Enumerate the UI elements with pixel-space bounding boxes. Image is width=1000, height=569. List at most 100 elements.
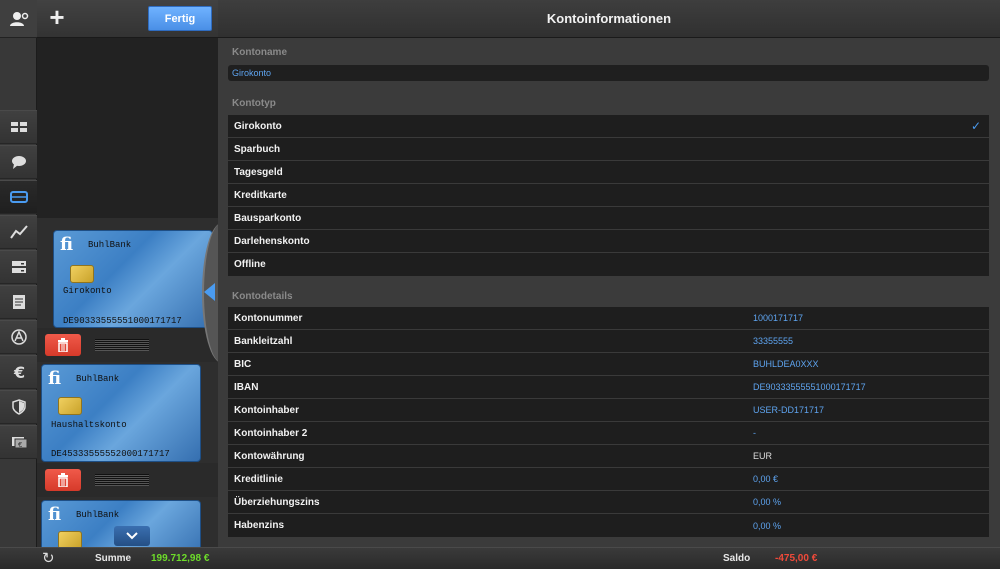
plus-icon: + [49, 2, 65, 32]
nav-currency[interactable]: € [0, 355, 37, 389]
app-window: € € + Fertig fi BuhlBank Girokonto DE903… [0, 0, 1000, 569]
saldo-label: Saldo [723, 553, 751, 564]
storage-icon [11, 261, 26, 273]
svg-text:€: € [18, 441, 22, 449]
add-account-button[interactable]: + [45, 4, 69, 30]
detail-row-iban[interactable]: IBAN DE90333555551000171717 [228, 376, 989, 399]
detail-row-ueberziehungszins[interactable]: Überziehungszins 0,00 % [228, 491, 989, 514]
chip-icon [58, 397, 82, 415]
drag-handle[interactable] [95, 339, 149, 351]
chat-icon [11, 156, 26, 169]
detail-row-habenzins[interactable]: Habenzins 0,00 % [228, 514, 989, 537]
saldo-value: -475,00 € [775, 553, 818, 564]
detail-row-kreditlinie[interactable]: Kreditlinie 0,00 € [228, 468, 989, 491]
detail-row-bankleitzahl[interactable]: Bankleitzahl 33355555 [228, 330, 989, 353]
account-type-option-kreditkarte[interactable]: Kreditkarte [228, 184, 989, 207]
detail-value: 0,00 % [753, 497, 782, 507]
card-iban: DE90333555551000171717 [63, 316, 182, 326]
account-card[interactable]: fi BuhlBank Girokonto DE9033355555100017… [53, 230, 213, 328]
list-toolbar: + Fertig [37, 0, 218, 38]
option-label: Darlehenskonto [234, 235, 310, 247]
bank-logo: fi [60, 234, 74, 255]
bank-logo: fi [48, 504, 62, 525]
detail-label: IBAN [234, 381, 259, 393]
account-card[interactable]: fi BuhlBank Haushaltskonto DE45333555552… [41, 364, 201, 462]
option-label: Bausparkonto [234, 212, 302, 224]
option-label: Sparbuch [234, 143, 281, 155]
user-settings-button[interactable] [0, 0, 37, 38]
account-type-option-offline[interactable]: Offline [228, 253, 989, 276]
detail-value: 0,00 % [753, 520, 782, 531]
nav-accounts[interactable] [0, 180, 37, 214]
dashboard-icon [10, 122, 27, 132]
card-iban: DE45333555552000171717 [51, 449, 170, 459]
option-label: Kreditkarte [234, 189, 287, 201]
cash-icon: € [11, 437, 27, 449]
status-bar: ↻ Summe 199.712,98 € Saldo -475,00 € [0, 547, 1000, 569]
detail-value: USER-DD171717 [753, 405, 825, 415]
account-type-option-sparbuch[interactable]: Sparbuch [228, 138, 989, 161]
account-type-option-darlehenskonto[interactable]: Darlehenskonto [228, 230, 989, 253]
account-detail-panel: Kontoname Girokonto Kontotyp Girokonto ✓… [218, 38, 1000, 547]
done-button[interactable]: Fertig [148, 6, 212, 31]
bank-logo: fi [48, 368, 62, 389]
account-type-option-tagesgeld[interactable]: Tagesgeld [228, 161, 989, 184]
account-card[interactable]: fi BuhlBank [41, 500, 201, 547]
detail-row-kontowaehrung[interactable]: Kontowährung EUR [228, 445, 989, 468]
document-icon [12, 295, 25, 309]
option-label: Tagesgeld [234, 166, 283, 178]
detail-value: BUHLDEA0XXX [753, 359, 819, 369]
detail-row-kontonummer[interactable]: Kontonummer 1000171717 [228, 307, 989, 330]
detail-label: Kontonummer [234, 312, 303, 324]
card-account-type: Haushaltskonto [51, 420, 127, 430]
nav-dashboard[interactable] [0, 110, 37, 144]
nav-documents[interactable] [0, 285, 37, 319]
chart-icon [9, 225, 28, 239]
sum-value: 199.712,98 € [151, 553, 210, 564]
delete-account-button[interactable] [45, 334, 81, 356]
detail-value: DE90333555551000171717 [753, 382, 866, 392]
detail-header: Kontoinformationen [218, 0, 1000, 38]
account-details-list: Kontonummer 1000171717 Bankleitzahl 333555… [228, 307, 989, 537]
account-type-option-girokonto[interactable]: Girokonto ✓ [228, 115, 989, 138]
section-label-type: Kontotyp [232, 98, 276, 109]
nav-sign[interactable] [0, 320, 37, 354]
shield-icon [11, 399, 26, 415]
detail-value: 33355555 [753, 336, 794, 346]
chevron-down-icon [126, 532, 138, 540]
svg-text:€: € [13, 363, 25, 381]
detail-value: EUR [753, 451, 773, 461]
detail-value: - [753, 428, 756, 438]
detail-label: Überziehungszins [234, 496, 320, 508]
nav-cash[interactable]: € [0, 425, 37, 459]
card-bank-name: BuhlBank [76, 374, 120, 384]
chip-icon [58, 531, 82, 547]
selected-card-pointer-icon [204, 283, 215, 301]
page-title: Kontoinformationen [546, 11, 672, 26]
nav-chat[interactable] [0, 145, 37, 179]
nav-rail: € € [0, 0, 37, 547]
nav-security[interactable] [0, 390, 37, 424]
detail-label: Kontowährung [234, 450, 305, 462]
account-type-option-bausparkonto[interactable]: Bausparkonto [228, 207, 989, 230]
detail-label: Kontoinhaber 2 [234, 427, 308, 439]
card-list-background [37, 38, 218, 218]
drag-handle[interactable] [95, 474, 149, 486]
trash-icon [58, 338, 68, 352]
delete-account-button[interactable] [45, 469, 81, 491]
user-settings-icon [9, 11, 28, 26]
detail-value: 0,00 € [753, 474, 779, 484]
refresh-button[interactable]: ↻ [42, 551, 58, 567]
detail-row-kontoinhaber-2[interactable]: Kontoinhaber 2 - [228, 422, 989, 445]
detail-row-bic[interactable]: BIC BUHLDEA0XXX [228, 353, 989, 376]
refresh-icon: ↻ [42, 550, 55, 567]
detail-row-kontoinhaber[interactable]: Kontoinhaber USER-DD171717 [228, 399, 989, 422]
nav-storage[interactable] [0, 250, 37, 284]
nav-chart[interactable] [0, 215, 37, 249]
detail-label: Habenzins [234, 520, 285, 531]
trash-icon [58, 473, 68, 487]
scroll-down-button[interactable] [114, 526, 150, 546]
account-card-list: fi BuhlBank Girokonto DE9033355555100017… [37, 38, 218, 547]
option-label: Girokonto [234, 120, 282, 132]
account-name-input[interactable]: Girokonto [228, 65, 989, 81]
